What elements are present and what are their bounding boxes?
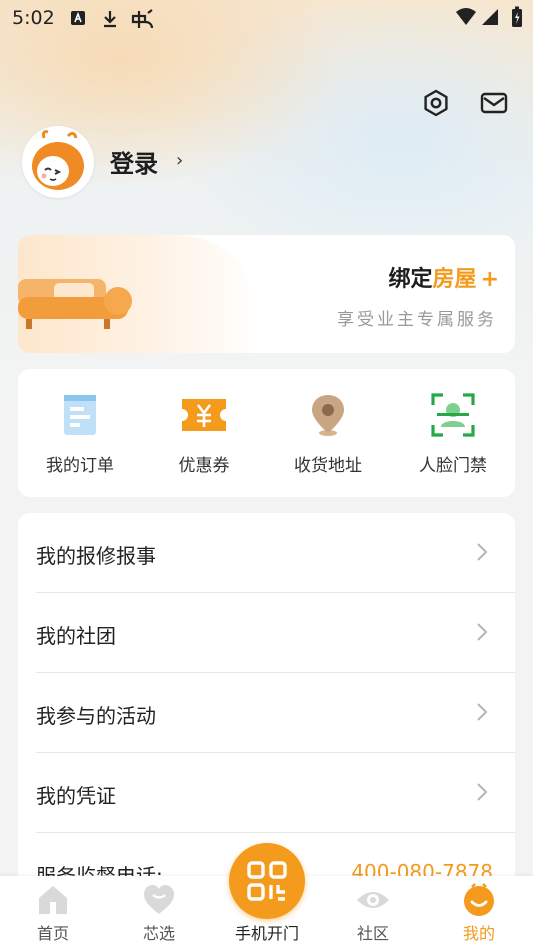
nav-community[interactable]: 社区 [333, 876, 413, 949]
chevron-right-icon [477, 703, 488, 721]
quick-action-coupons-label: 优惠券 [178, 456, 230, 476]
login-arrow-icon[interactable]: › [176, 150, 183, 171]
download-icon [104, 11, 116, 28]
menu-item-clubs-label: 我的社团 [36, 624, 116, 648]
quick-action-face-access-label: 人脸门禁 [419, 456, 487, 476]
wifi-icon [456, 8, 476, 25]
chevron-right-icon [477, 543, 488, 561]
nav-select-label: 芯选 [142, 924, 175, 943]
bind-title-prefix: 绑定 [388, 267, 433, 292]
bug-icon [131, 9, 154, 29]
coupon-icon [182, 399, 226, 431]
location-icon [312, 395, 344, 436]
menu-item-vouchers-label: 我的凭证 [36, 784, 116, 808]
chevron-right-icon [477, 623, 488, 641]
phone-open-door-button[interactable] [229, 843, 305, 919]
status-bar: 5:02 [0, 0, 533, 38]
nav-select[interactable]: 芯选 [119, 876, 199, 949]
avatar[interactable] [22, 126, 94, 198]
quick-action-orders[interactable]: 我的订单 [25, 391, 135, 481]
sofa-icon [18, 279, 132, 329]
qr-code-icon [247, 861, 287, 901]
status-time: 5:02 [12, 7, 55, 29]
quick-action-orders-label: 我的订单 [46, 456, 114, 476]
header-background [0, 0, 533, 420]
mail-icon[interactable] [479, 88, 509, 118]
avatar-mascot-icon [22, 126, 94, 198]
nav-home[interactable]: 首页 [13, 876, 93, 949]
smile-icon [464, 883, 494, 916]
login-link[interactable]: 登录 [110, 144, 158, 179]
menu-item-vouchers[interactable]: 我的凭证 [36, 753, 515, 833]
menu-item-repair[interactable]: 我的报修报事 [36, 513, 515, 593]
bind-house-subtitle: 享受业主专属服务 [337, 310, 497, 330]
nav-mine[interactable]: 我的 [439, 876, 519, 949]
quick-actions-card: 我的订单 优惠券 收货地址 人脸门禁 [18, 369, 515, 497]
nav-mine-label: 我的 [462, 924, 495, 943]
a-icon [71, 11, 85, 25]
heart-icon [144, 885, 174, 914]
menu-item-activities-label: 我参与的活动 [36, 704, 156, 728]
bind-title-accent: 房屋 [432, 267, 477, 292]
quick-action-coupons[interactable]: 优惠券 [149, 391, 259, 481]
menu-item-activities[interactable]: 我参与的活动 [36, 673, 515, 753]
battery-icon [512, 6, 522, 27]
signal-icon [482, 9, 498, 25]
settings-icon[interactable] [421, 88, 451, 118]
menu-item-repair-label: 我的报修报事 [36, 544, 156, 568]
plus-icon[interactable]: + [481, 267, 499, 292]
quick-action-address-label: 收货地址 [294, 456, 362, 476]
bind-house-title: 绑定房屋 + [389, 261, 499, 293]
face-scan-icon [431, 393, 475, 437]
phone-open-door-label[interactable]: 手机开门 [220, 920, 314, 944]
menu-item-clubs[interactable]: 我的社团 [36, 593, 515, 673]
home-icon [39, 886, 67, 914]
chevron-right-icon [477, 783, 488, 801]
order-icon [64, 395, 96, 435]
quick-action-address[interactable]: 收货地址 [273, 391, 383, 481]
quick-action-face-access[interactable]: 人脸门禁 [398, 391, 508, 481]
nav-community-label: 社区 [356, 924, 389, 943]
menu-list-card: 我的报修报事 我的社团 我参与的活动 我的凭证 服务监督电话: 400-080-… [18, 513, 515, 893]
nav-home-label: 首页 [36, 924, 69, 943]
eye-icon [357, 892, 389, 908]
bind-house-card[interactable]: 绑定房屋 + 享受业主专属服务 [18, 235, 515, 353]
